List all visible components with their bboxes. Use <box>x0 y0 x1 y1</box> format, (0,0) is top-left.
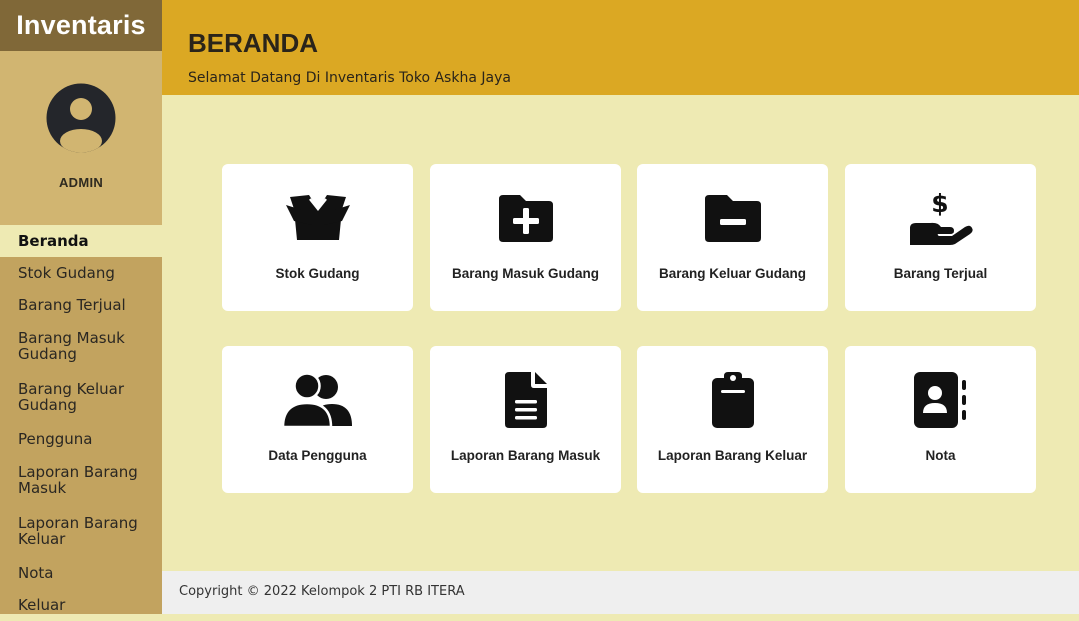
card-data-pengguna[interactable]: Data Pengguna <box>222 346 413 493</box>
card-label: Barang Keluar Gudang <box>658 266 807 281</box>
sidebar-item-label: Laporan Barang Masuk <box>18 462 138 497</box>
folder-minus-icon <box>704 195 761 242</box>
svg-text:$: $ <box>931 190 948 218</box>
hand-holding-dollar-icon: $ <box>909 190 973 245</box>
card-nota[interactable]: Nota <box>845 346 1036 493</box>
sidebar: Inventaris ADMIN Beranda Stok Gudang Bar… <box>0 0 162 614</box>
page-subtitle: Selamat Datang Di Inventaris Toko Askha … <box>188 70 511 86</box>
sidebar-item-barang-masuk-gudang[interactable]: Barang Masuk Gudang <box>0 321 162 372</box>
card-laporan-barang-keluar[interactable]: Laporan Barang Keluar <box>637 346 828 493</box>
sidebar-item-laporan-barang-masuk[interactable]: Laporan Barang Masuk <box>0 455 162 506</box>
card-barang-terjual[interactable]: $ Barang Terjual <box>845 164 1036 311</box>
sidebar-item-pengguna[interactable]: Pengguna <box>0 423 162 455</box>
clipboard-icon <box>711 372 754 428</box>
address-book-icon <box>913 372 966 428</box>
sidebar-item-beranda[interactable]: Beranda <box>0 225 162 257</box>
card-label: Stok Gudang <box>275 266 360 281</box>
card-barang-keluar-gudang[interactable]: Barang Keluar Gudang <box>637 164 828 311</box>
copyright-text: Copyright © 2022 Kelompok 2 PTI RB ITERA <box>179 584 465 599</box>
brand-title: Inventaris <box>0 0 162 51</box>
app: Inventaris ADMIN Beranda Stok Gudang Bar… <box>0 0 1079 614</box>
page-header: BERANDA Selamat Datang Di Inventaris Tok… <box>162 0 1079 95</box>
user-avatar-icon <box>46 83 116 153</box>
card-label: Laporan Barang Masuk <box>450 448 601 463</box>
sidebar-item-label: Barang Masuk Gudang <box>18 328 125 363</box>
box-open-icon <box>285 195 350 240</box>
card-barang-masuk-gudang[interactable]: Barang Masuk Gudang <box>430 164 621 311</box>
sidebar-item-keluar[interactable]: Keluar <box>0 589 162 621</box>
user-role: ADMIN <box>58 175 104 190</box>
sidebar-item-barang-keluar-gudang[interactable]: Barang Keluar Gudang <box>0 372 162 423</box>
page-title: BERANDA <box>188 28 318 58</box>
profile-panel: ADMIN <box>0 51 162 225</box>
folder-plus-icon <box>498 195 553 242</box>
card-label: Barang Terjual <box>893 266 988 281</box>
card-label: Nota <box>925 448 956 463</box>
sidebar-item-stok-gudang[interactable]: Stok Gudang <box>0 257 162 289</box>
sidebar-item-nota[interactable]: Nota <box>0 557 162 589</box>
card-label: Barang Masuk Gudang <box>451 266 600 281</box>
card-stok-gudang[interactable]: Stok Gudang <box>222 164 413 311</box>
sidebar-item-label: Laporan Barang Keluar <box>18 513 138 548</box>
page-footer: Copyright © 2022 Kelompok 2 PTI RB ITERA <box>162 571 1079 614</box>
users-icon <box>281 372 352 428</box>
card-label: Laporan Barang Keluar <box>657 448 808 463</box>
sidebar-item-barang-terjual[interactable]: Barang Terjual <box>0 289 162 321</box>
file-lines-icon <box>504 372 547 428</box>
card-label: Data Pengguna <box>268 448 367 463</box>
card-laporan-barang-masuk[interactable]: Laporan Barang Masuk <box>430 346 621 493</box>
sidebar-item-laporan-barang-keluar[interactable]: Laporan Barang Keluar <box>0 506 162 557</box>
sidebar-item-label: Barang Keluar Gudang <box>18 379 124 414</box>
sidebar-menu: Beranda Stok Gudang Barang Terjual Baran… <box>0 225 162 621</box>
